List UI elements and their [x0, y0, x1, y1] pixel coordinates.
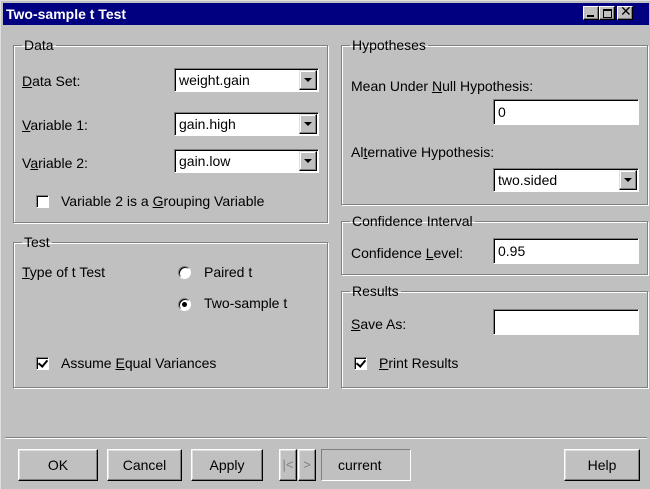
alternative-hypothesis-label: Alternative Hypothesis: [351, 144, 495, 160]
cancel-button[interactable]: Cancel [107, 449, 182, 481]
close-icon: ✕ [620, 4, 632, 20]
data-set-value: weight.gain [179, 72, 250, 88]
variable1-label: Variable 1: [22, 117, 88, 133]
confidence-level-value: 0.95 [498, 243, 526, 259]
apply-button[interactable]: Apply [191, 449, 263, 481]
variable1-select[interactable]: gain.high [174, 112, 319, 136]
paired-t-radio[interactable] [178, 266, 191, 279]
help-button[interactable]: Help [564, 449, 640, 481]
two-sample-t-label[interactable]: Two-sample t [204, 295, 287, 311]
print-results-checkbox[interactable] [354, 357, 367, 370]
data-set-label: Data Set: [22, 73, 81, 89]
grouping-variable-checkbox[interactable] [36, 195, 49, 208]
variable2-select[interactable]: gain.low [174, 149, 319, 173]
current-indicator[interactable]: current [321, 449, 411, 481]
button-bar-divider [5, 437, 647, 439]
paired-t-label[interactable]: Paired t [204, 264, 252, 280]
confidence-group-legend: Confidence Interval [352, 213, 473, 229]
data-group-legend: Data [24, 37, 54, 53]
mean-null-input[interactable]: 0 [493, 99, 639, 125]
print-results-label[interactable]: Print Results [379, 355, 458, 371]
variable2-label: Variable 2: [22, 155, 88, 171]
confidence-level-input[interactable]: 0.95 [493, 238, 639, 264]
alternative-hypothesis-select[interactable]: two.sided [493, 168, 639, 192]
chevron-down-icon[interactable] [619, 170, 637, 190]
hypotheses-group-legend: Hypotheses [352, 37, 426, 53]
chevron-down-icon[interactable] [299, 151, 317, 171]
save-as-label: Save As: [351, 316, 407, 332]
alternative-hypothesis-value: two.sided [498, 172, 558, 188]
mean-null-value: 0 [498, 104, 506, 120]
confidence-level-label: Confidence Level: [351, 245, 464, 261]
test-group-legend: Test [24, 234, 50, 250]
mean-null-label: Mean Under Null Hypothesis: [351, 78, 534, 94]
chevron-down-icon[interactable] [299, 114, 317, 134]
maximize-button[interactable] [599, 6, 615, 20]
dialog-window: Two-sample t Test ✕ Data Data Set: weigh… [0, 0, 650, 489]
variable2-value: gain.low [179, 153, 231, 169]
two-sample-t-radio[interactable] [178, 298, 191, 311]
grouping-variable-label[interactable]: Variable 2 is a Grouping Variable [61, 193, 264, 209]
type-of-test-label: Type of t Test [22, 264, 106, 280]
data-set-select[interactable]: weight.gain [174, 68, 319, 92]
minimize-button[interactable] [583, 6, 599, 20]
results-group-legend: Results [352, 283, 399, 299]
title-bar[interactable]: Two-sample t Test ✕ [3, 3, 649, 25]
equal-variances-checkbox[interactable] [36, 357, 49, 370]
equal-variances-label[interactable]: Assume Equal Variances [61, 355, 216, 371]
chevron-down-icon[interactable] [299, 70, 317, 90]
previous-button[interactable]: |< [279, 449, 297, 481]
results-group: Results [341, 283, 648, 388]
variable1-value: gain.high [179, 116, 236, 132]
close-button[interactable]: ✕ [617, 4, 633, 20]
window-title: Two-sample t Test [6, 6, 127, 22]
next-button[interactable]: > [298, 449, 316, 481]
save-as-input[interactable] [493, 309, 639, 335]
ok-button[interactable]: OK [18, 449, 98, 481]
